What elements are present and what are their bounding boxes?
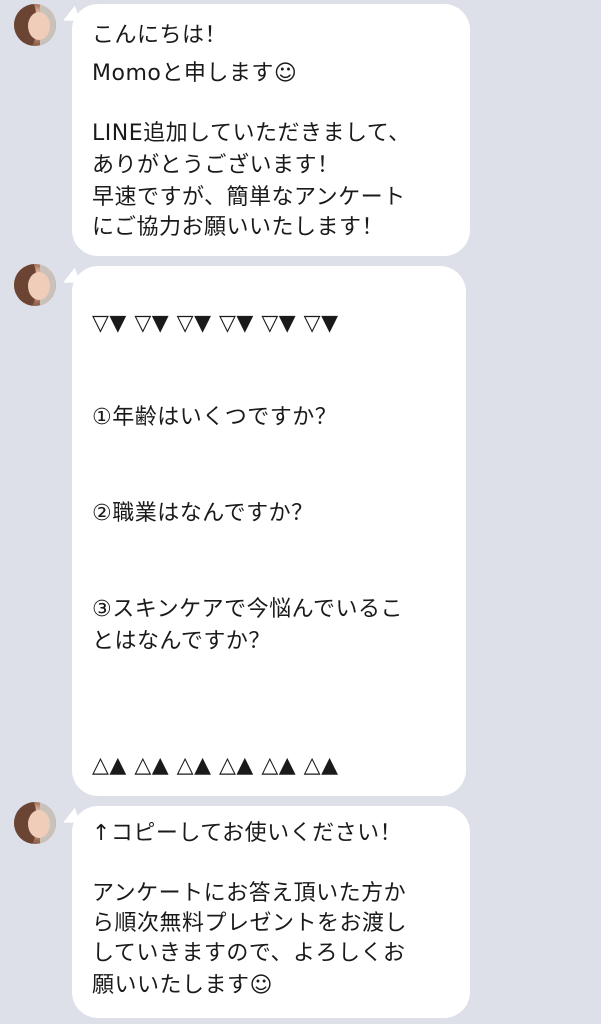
chat-thread[interactable]: こんにちは！ Momoと申します☺ LINE追加していただきまして、 ありがとう…	[0, 0, 601, 1024]
message-text-line: LINE追加していただきまして、	[92, 121, 411, 146]
sender-avatar[interactable]	[14, 264, 56, 306]
message-text-line: ↑コピーしてお使いください！	[92, 821, 403, 846]
message-text-line: Momoと申します☺	[92, 61, 298, 86]
message-text-line: ありがとうございます！	[92, 153, 340, 178]
message-text-line: こんにちは！	[92, 23, 228, 48]
question-2: ②職業はなんですか？	[92, 501, 314, 526]
bubble-tail	[59, 267, 81, 289]
divider-triangles-top: ▽▼ ▽▼ ▽▼ ▽▼ ▽▼ ▽▼	[92, 311, 339, 336]
message-text-line: ら順次無料プレゼントをお渡し	[92, 911, 408, 936]
message-bubble[interactable]: こんにちは！ Momoと申します☺ LINE追加していただきまして、 ありがとう…	[59, 4, 470, 256]
sender-avatar[interactable]	[14, 802, 56, 844]
bubble-tail	[59, 807, 81, 829]
message-text-line: 願いいたします☺	[92, 973, 273, 998]
sender-avatar[interactable]	[14, 4, 56, 46]
question-1: ①年齢はいくつですか？	[92, 405, 338, 430]
message-text-line: していきますので、よろしくお	[92, 941, 406, 966]
bubble-tail	[59, 5, 81, 27]
message-bubble[interactable]: ↑コピーしてお使いください！ アンケートにお答え頂いた方か ら順次無料プレゼント…	[59, 806, 470, 1018]
message-text-line: アンケートにお答え頂いた方か	[92, 881, 407, 906]
message-text-line: 早速ですが、簡単なアンケート	[92, 185, 406, 210]
message-text-line: にご協力お願いいたします！	[92, 215, 385, 240]
question-3-line-2: とはなんですか？	[92, 629, 271, 654]
divider-triangles-bottom: △▲ △▲ △▲ △▲ △▲ △▲	[92, 753, 339, 778]
question-3-line-1: ③スキンケアで今悩んでいるこ	[92, 597, 403, 622]
message-bubble[interactable]: ▽▼ ▽▼ ▽▼ ▽▼ ▽▼ ▽▼ ①年齢はいくつですか？ ②職業はなんですか？…	[59, 266, 466, 796]
